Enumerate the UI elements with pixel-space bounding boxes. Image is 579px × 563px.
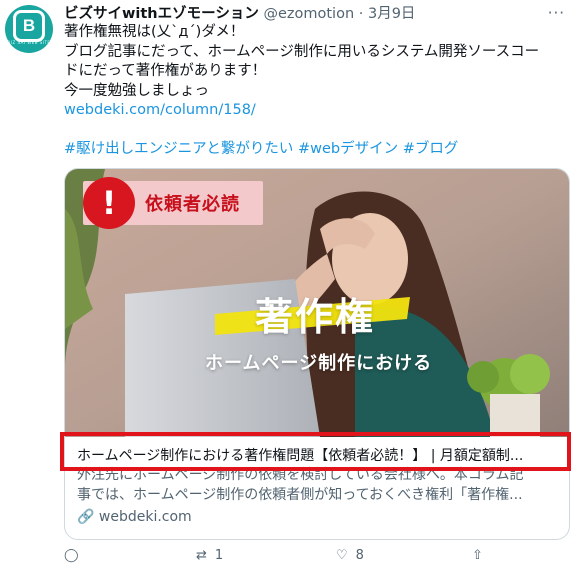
share-action[interactable]: ⇧ bbox=[472, 548, 483, 563]
author-name[interactable]: ビズサイwithエゾモーション bbox=[64, 6, 259, 22]
reply-icon: ◯ bbox=[64, 548, 79, 563]
card-image[interactable]: ! 依頼者必読 著作権 ホームページ制作における bbox=[65, 169, 569, 437]
header-separator: · bbox=[358, 6, 364, 22]
card-description: 外注先にホームページ制作の依頼を検討している会社様へ。本コラム記 事では、ホーム… bbox=[77, 465, 557, 505]
card-domain-text: webdeki.com bbox=[98, 509, 192, 525]
tweet-line: 著作権無視は(乂`д´)ダメ！ bbox=[64, 24, 245, 40]
link-icon: 🔗 bbox=[77, 509, 95, 525]
tweet-link[interactable]: webdeki.com/column/158/ bbox=[64, 101, 574, 121]
hero-subtitle: ホームページ制作における bbox=[205, 353, 433, 374]
hashtags[interactable]: #駆け出しエンジニアと繋がりたい #webデザイン #ブログ bbox=[64, 137, 458, 158]
tweet-header: ビズサイwithエゾモーション @ezomotion · 3月9日 bbox=[64, 2, 549, 22]
hero-title: 著作権 bbox=[255, 294, 376, 339]
avatar-logo: B bbox=[13, 10, 45, 42]
tweet-line: ドにだって著作権があります！ bbox=[64, 63, 267, 79]
card-title[interactable]: ホームページ制作における著作権問題【依頼者必読！】 | 月額定額制... bbox=[77, 445, 557, 465]
share-icon: ⇧ bbox=[472, 548, 483, 563]
tweet-date[interactable]: 3月9日 bbox=[368, 6, 415, 22]
tweet-text: 著作権無視は(乂`д´)ダメ！ ブログ記事にだって、ホームページ制作に用いるシス… bbox=[64, 23, 574, 121]
retweet-icon: ⇄ bbox=[196, 548, 207, 563]
card-body[interactable]: ホームページ制作における著作権問題【依頼者必読！】 | 月額定額制... 外注先… bbox=[65, 437, 569, 539]
avatar[interactable]: B BIZ SAI WEB SITE bbox=[5, 5, 53, 53]
retweet-count: 1 bbox=[214, 548, 224, 563]
exclamation-icon: ! bbox=[83, 177, 135, 229]
action-bar: ◯ ⇄ 1 ♡ 8 ⇧ bbox=[64, 548, 534, 563]
like-icon: ♡ bbox=[336, 548, 348, 563]
card-desc-line: 外注先にホームページ制作の依頼を検討している会社様へ。本コラム記 bbox=[77, 467, 524, 483]
card-desc-line: 事では、ホームページ制作の依頼者側が知っておくべき権利「著作権... bbox=[77, 487, 523, 503]
card-domain: 🔗 webdeki.com bbox=[77, 509, 192, 525]
tweet-line: 今一度勉強しましょっ bbox=[64, 82, 209, 99]
like-action[interactable]: ♡ 8 bbox=[336, 548, 364, 563]
link-card[interactable]: ! 依頼者必読 著作権 ホームページ制作における ホームページ制作における著作権… bbox=[64, 168, 570, 540]
author-handle[interactable]: @ezomotion bbox=[263, 6, 354, 22]
avatar-caption: BIZ SAI WEB SITE bbox=[7, 40, 51, 45]
reply-action[interactable]: ◯ bbox=[64, 548, 87, 563]
retweet-action[interactable]: ⇄ 1 bbox=[196, 548, 223, 563]
more-options-icon[interactable]: ··· bbox=[548, 4, 565, 22]
badge-text: 依頼者必読 bbox=[145, 194, 240, 215]
like-count: 8 bbox=[355, 548, 364, 563]
tweet-line: ブログ記事にだって、ホームページ制作に用いるシステム開発ソースコー bbox=[64, 43, 540, 60]
